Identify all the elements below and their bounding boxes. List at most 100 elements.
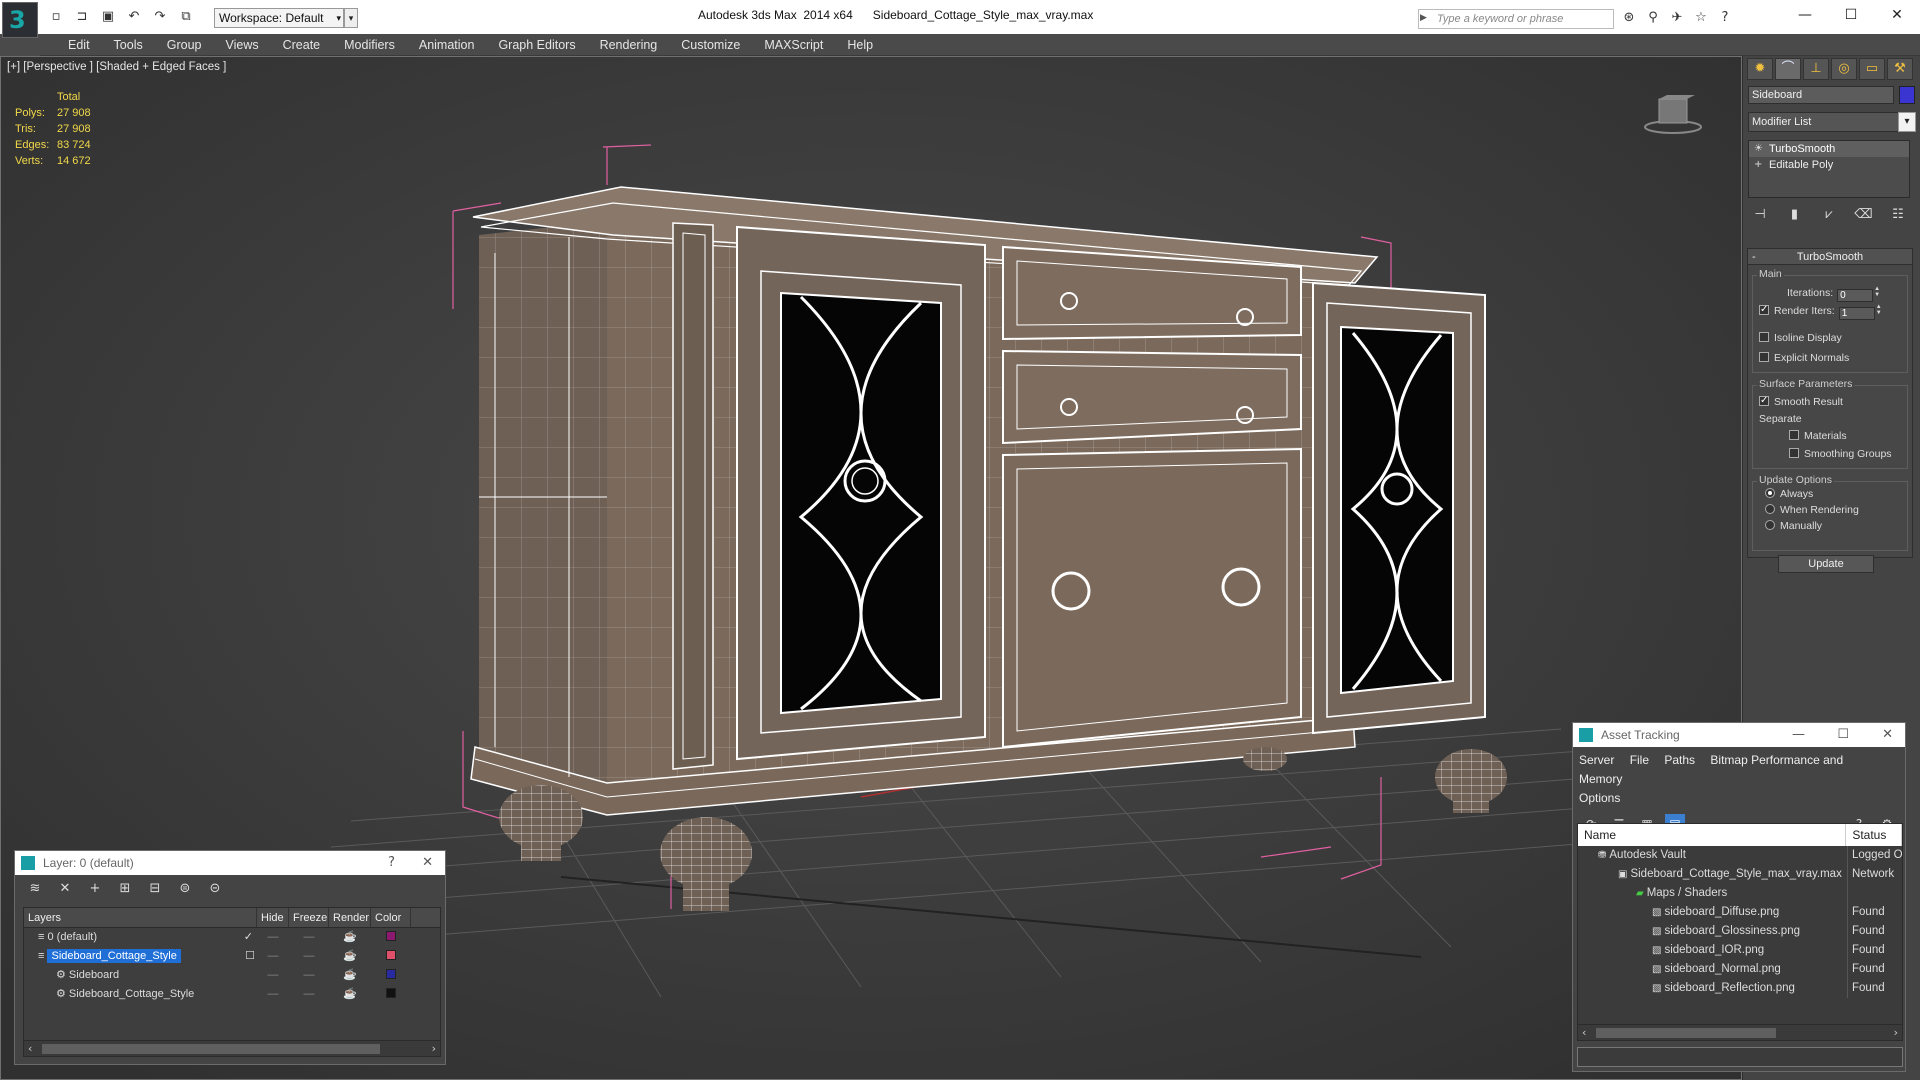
hide-toggle[interactable]: — [257,947,289,966]
render-teapot-icon[interactable]: ☕ [329,966,371,985]
menu-group[interactable]: Group [155,34,214,55]
delete-layer-icon[interactable]: ✕ [55,880,75,898]
spinner-arrows-icon[interactable]: ▲ ▼ [1874,286,1880,298]
utilities-tab-icon[interactable]: ⚒ [1887,58,1913,80]
minimize-icon[interactable]: — [1792,723,1805,747]
render-iters-checkbox[interactable] [1759,303,1769,316]
asset-row[interactable]: ▧ sideboard_Normal.png Found [1578,960,1902,979]
viewport-label[interactable]: [+] [Perspective ] [Shaded + Edged Faces… [7,61,226,73]
layer-row[interactable]: ≡ 0 (default) ✓ — — ☕ [24,928,440,947]
layer-name[interactable]: Sideboard_Cottage_Style [47,949,181,963]
layer-window-titlebar[interactable]: Layer: 0 (default) ? ✕ [15,851,445,875]
asset-row[interactable]: ▧ sideboard_Glossiness.png Found [1578,922,1902,941]
render-teapot-icon[interactable]: ☕ [329,985,371,1004]
show-end-result-icon[interactable]: ▮ [1783,204,1807,226]
redo-icon[interactable]: ↷ [150,8,170,26]
layers-icon[interactable]: ≋ [25,880,45,898]
scroll-right-icon[interactable]: › [432,1041,436,1057]
column-layers[interactable]: Layers [24,908,257,927]
spinner-arrows-icon[interactable]: ▲ ▼ [1876,304,1882,316]
update-button[interactable]: Update [1778,555,1874,573]
column-color[interactable]: Color [371,908,411,927]
scroll-left-icon[interactable]: ‹ [28,1041,32,1057]
menu-graph-editors[interactable]: Graph Editors [486,34,587,55]
smoothing-groups-checkbox[interactable] [1789,448,1799,458]
new-file-icon[interactable]: ▫ [46,8,66,26]
pin-stack-icon[interactable]: ⊣ [1748,204,1772,226]
save-file-icon[interactable]: ▣ [98,8,118,26]
freeze-toggle[interactable]: — [289,966,329,985]
make-unique-icon[interactable]: ⩗ [1817,204,1841,226]
menu-rendering[interactable]: Rendering [588,34,670,55]
maximize-icon[interactable]: ☐ [1828,0,1874,30]
materials-checkbox[interactable] [1789,430,1799,440]
close-icon[interactable]: ✕ [422,851,433,875]
remove-modifier-icon[interactable]: ⌫ [1852,204,1876,226]
asset-row[interactable]: ▧ sideboard_Reflection.png Found [1578,979,1902,998]
rollout-header[interactable]: - TurboSmooth [1748,249,1912,265]
close-icon[interactable]: ✕ [1874,0,1920,30]
highlight-layer-icon[interactable]: ⊜ [175,880,195,898]
layer-color-cell[interactable] [371,966,411,985]
minimize-icon[interactable]: — [1782,0,1828,30]
menu-tools[interactable]: Tools [102,34,155,55]
menu-bitmap-performance[interactable]: Bitmap Performance and Memory [1579,753,1843,786]
menu-animation[interactable]: Animation [407,34,487,55]
menu-edit[interactable]: Edit [56,34,102,55]
iterations-spinner[interactable]: 0 [1837,289,1874,302]
scrollbar-thumb[interactable] [1596,1028,1776,1038]
menu-customize[interactable]: Customize [669,34,752,55]
manually-radio[interactable] [1765,520,1775,530]
modifier-list-dropdown[interactable]: Modifier List [1748,112,1910,132]
freeze-toggle[interactable]: — [289,947,329,966]
display-tab-icon[interactable]: ▭ [1859,58,1885,80]
hide-toggle[interactable]: — [257,985,289,1004]
project-folder-icon[interactable]: ⧉ [176,8,196,26]
scroll-right-icon[interactable]: › [1894,1025,1898,1040]
column-status[interactable]: Status [1846,824,1902,846]
smooth-result-checkbox[interactable] [1759,394,1769,407]
viewcube-icon[interactable] [1643,95,1703,135]
stack-item-turbosmooth[interactable]: ☀ TurboSmooth [1749,141,1909,157]
menu-maxscript[interactable]: MAXScript [752,34,835,55]
customize-qat-button[interactable]: ▾ [344,8,358,28]
configure-modifier-sets-icon[interactable]: ☷ [1886,204,1910,226]
layer-color-cell[interactable] [371,928,411,947]
object-name[interactable]: Sideboard_Cottage_Style [69,988,194,1000]
menu-server[interactable]: Server [1579,753,1614,767]
render-teapot-icon[interactable]: ☕ [329,928,371,947]
scrollbar-thumb[interactable] [42,1044,380,1054]
application-button[interactable]: 3 [2,2,38,38]
undo-icon[interactable]: ↶ [124,8,144,26]
layer-row[interactable]: ≡ Sideboard_Cottage_Style ☐ — — ☕ [24,947,440,966]
asset-row[interactable]: ▰ Maps / Shaders [1578,884,1902,903]
create-tab-icon[interactable]: ✹ [1747,58,1773,80]
communication-icon[interactable]: ✈ [1668,9,1686,27]
motion-tab-icon[interactable]: ◎ [1831,58,1857,80]
workspace-dropdown[interactable]: Workspace: Default ▾ [214,8,344,28]
layer-color-swatch[interactable] [386,931,396,941]
search-expand-icon[interactable]: ▶ [1420,12,1427,23]
asset-row[interactable]: ▧ sideboard_Diffuse.png Found [1578,903,1902,922]
layer-row[interactable]: ⚙ Sideboard_Cottage_Style — — ☕ [24,985,440,1004]
layer-color-swatch[interactable] [386,969,396,979]
hierarchy-tab-icon[interactable]: ⊥ [1803,58,1829,80]
asset-row[interactable]: ▣ Sideboard_Cottage_Style_max_vray.max Net… [1578,865,1902,884]
horizontal-scrollbar[interactable]: ‹ › [1578,1024,1902,1040]
hide-all-icon[interactable]: ⊝ [205,880,225,898]
render-teapot-icon[interactable]: ☕ [329,947,371,966]
help-button[interactable]: ? [388,851,395,875]
menu-help[interactable]: Help [835,34,885,55]
object-name-field[interactable]: Sideboard [1748,86,1894,104]
maximize-icon[interactable]: ☐ [1837,723,1849,747]
asset-window-titlebar[interactable]: Asset Tracking — ☐ ✕ [1573,723,1905,747]
modify-tab-icon[interactable]: ⌒ [1775,58,1801,80]
freeze-toggle[interactable]: — [289,985,329,1004]
close-icon[interactable]: ✕ [1882,723,1893,747]
asset-row[interactable]: ⛃ Autodesk Vault Logged O [1578,846,1902,865]
render-iters-spinner[interactable]: 1 [1838,307,1875,320]
layer-color-swatch[interactable] [386,950,396,960]
menu-file[interactable]: File [1630,753,1649,767]
chevron-down-icon[interactable]: ▾ [1898,112,1916,132]
active-layer-check-icon[interactable]: ✓ [244,928,253,947]
